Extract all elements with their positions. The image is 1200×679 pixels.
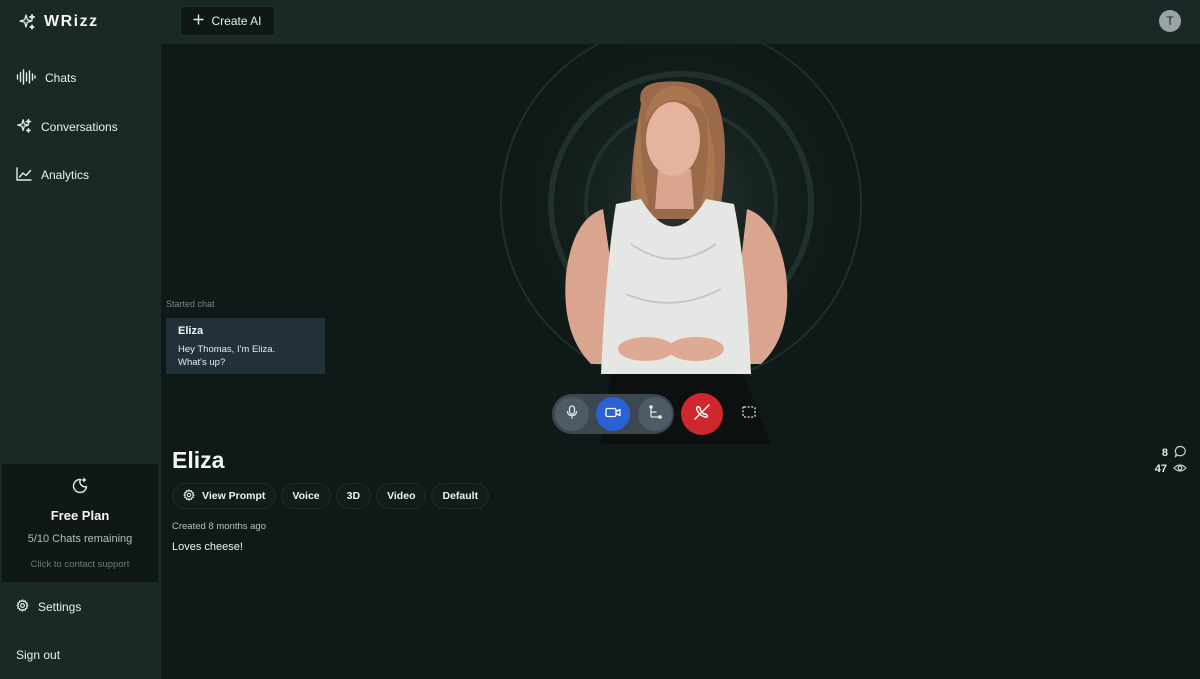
sidebar-item-label: Analytics	[41, 168, 90, 182]
sidebar-item-chats[interactable]: Chats	[16, 67, 76, 89]
plan-remaining: 5/10 Chats remaining	[27, 533, 133, 545]
end-call-icon	[693, 403, 711, 426]
tag-row: View Prompt Voice 3D Video Default	[172, 483, 490, 509]
gear-icon	[16, 599, 29, 615]
camera-button[interactable]	[596, 397, 630, 431]
gear-icon	[183, 488, 195, 504]
microphone-icon	[566, 404, 578, 424]
brand-name: WRizz	[44, 13, 99, 30]
moon-star-icon	[71, 477, 89, 500]
brand-logo[interactable]: WRizz	[18, 11, 99, 33]
app-window: WRizz Create AI T Chats Conversations An…	[0, 0, 1200, 679]
chat-bubble-icon	[1174, 445, 1187, 461]
chat-status: Started chat	[166, 299, 215, 309]
sparkles-icon	[16, 118, 32, 137]
fullscreen-icon	[742, 405, 756, 423]
sparkles-icon	[18, 13, 36, 31]
message-line: Hey Thomas, I'm Eliza.	[178, 344, 276, 355]
line-chart-icon	[16, 166, 32, 184]
plus-icon	[193, 14, 204, 28]
message-author: Eliza	[178, 325, 204, 337]
views-count: 47	[1154, 463, 1167, 475]
tag-3d[interactable]: 3D	[335, 483, 372, 509]
share-button[interactable]	[638, 397, 672, 431]
top-bar: WRizz Create AI T	[0, 0, 1200, 44]
message-line: What's up?	[178, 357, 226, 368]
create-ai-button[interactable]: Create AI	[180, 6, 275, 36]
plan-card[interactable]: Free Plan 5/10 Chats remaining Click to …	[2, 464, 158, 582]
eye-icon	[1173, 463, 1187, 476]
sidebar-item-label: Chats	[45, 71, 77, 85]
plan-title: Free Plan	[50, 508, 110, 523]
sign-out-button[interactable]: Sign out	[16, 644, 60, 666]
ai-name: Eliza	[172, 447, 225, 473]
waveform-icon	[16, 68, 36, 88]
sign-out-label: Sign out	[16, 648, 61, 662]
mute-button[interactable]	[555, 397, 589, 431]
created-date: Created 8 months ago	[172, 521, 267, 532]
chat-message: Eliza Hey Thomas, I'm Eliza. What's up?	[166, 318, 325, 374]
views-stat: 47	[1155, 461, 1187, 477]
settings-label: Settings	[38, 600, 82, 614]
settings-button[interactable]: Settings	[16, 596, 81, 618]
ai-stats: 8 47	[1155, 445, 1187, 477]
end-call-button[interactable]	[681, 393, 723, 435]
tag-default[interactable]: Default	[431, 483, 490, 509]
tag-video[interactable]: Video	[376, 483, 427, 509]
tag-voice[interactable]: Voice	[281, 483, 331, 509]
ai-description: Loves cheese!	[172, 541, 243, 553]
messages-count: 8	[1161, 447, 1168, 459]
video-camera-icon	[605, 405, 621, 423]
user-avatar[interactable]: T	[1159, 10, 1181, 32]
view-prompt-button[interactable]: View Prompt	[172, 483, 277, 509]
tag-label: View Prompt	[202, 490, 266, 502]
create-ai-label: Create AI	[211, 14, 262, 28]
sidebar: Chats Conversations Analytics Free Plan …	[0, 44, 161, 679]
contact-support-link[interactable]: Click to contact support	[31, 559, 130, 570]
share-icon	[648, 404, 662, 424]
message-text: Hey Thomas, I'm Eliza. What's up?	[178, 343, 313, 369]
sidebar-item-label: Conversations	[41, 120, 118, 134]
sidebar-item-conversations[interactable]: Conversations	[16, 116, 118, 138]
sidebar-item-analytics[interactable]: Analytics	[16, 164, 89, 186]
messages-stat: 8	[1155, 445, 1187, 461]
fullscreen-button[interactable]	[736, 402, 762, 426]
